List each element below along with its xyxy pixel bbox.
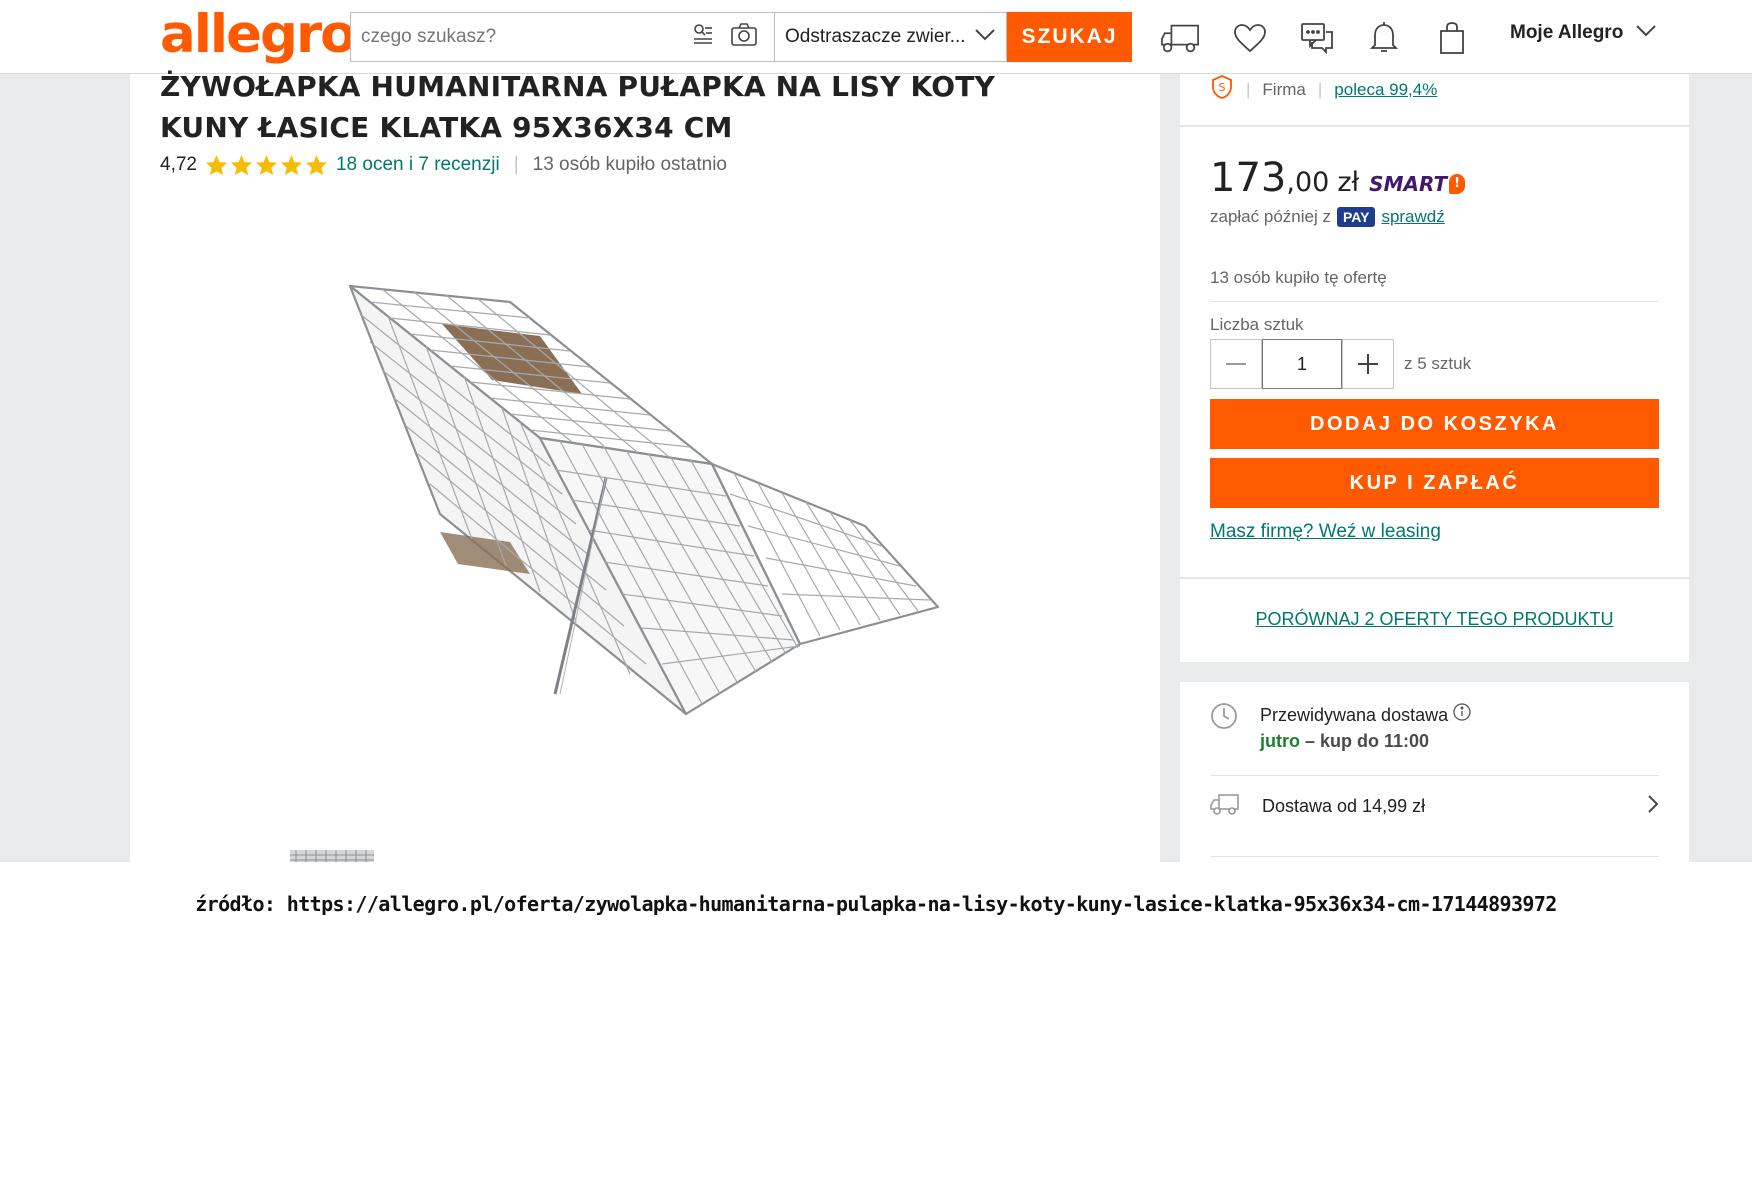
delivery-cost-row[interactable]: Dostawa od 14,99 zł <box>1210 792 1659 821</box>
rating-stars <box>205 154 328 176</box>
delivery-cost: Dostawa od 14,99 zł <box>1262 796 1426 816</box>
seller-recommend-link[interactable]: poleca 99,4% <box>1334 80 1437 100</box>
pay-later-row: zapłać później z PAY sprawdź <box>1210 207 1445 227</box>
source-caption-url: https://allegro.pl/oferta/zywolapka-huma… <box>286 892 1558 916</box>
search-tools <box>690 22 758 53</box>
divider <box>1210 775 1659 776</box>
quantity-available: z 5 sztuk <box>1404 354 1472 373</box>
reviews-link[interactable]: 18 ocen i 7 recenzji <box>336 154 500 176</box>
delivery-truck-icon[interactable] <box>1160 18 1200 58</box>
shopping-bag-icon[interactable] <box>1432 18 1472 58</box>
chevron-down-icon <box>974 26 996 48</box>
product-image[interactable] <box>210 194 1040 834</box>
product-title: ŻYWOŁAPKA HUMANITARNA PUŁAPKA NA LISY KO… <box>160 70 995 144</box>
bought-recently-text: 13 osób kupiło ostatnio <box>532 154 728 175</box>
delivery-day: jutro <box>1260 731 1300 751</box>
compare-offers-box: PORÓWNAJ 2 OFERTY TEGO PRODUKTU <box>1180 578 1689 662</box>
account-menu[interactable]: Moje Allegro <box>1510 22 1657 44</box>
product-main-panel: ŻYWOŁAPKA HUMANITARNA PUŁAPKA NA LISY KO… <box>130 70 1160 862</box>
bell-icon[interactable] <box>1364 18 1404 58</box>
separator: | <box>1246 79 1251 99</box>
info-icon[interactable] <box>1453 703 1471 725</box>
search-button[interactable]: SZUKAJ <box>1007 12 1132 62</box>
category-select[interactable]: Odstraszacze zwier... <box>774 12 1007 62</box>
camera-icon[interactable] <box>730 22 758 53</box>
pay-badge: PAY <box>1336 207 1376 227</box>
star-icon <box>205 154 228 176</box>
delivery-truck-icon <box>1210 792 1240 821</box>
seller-type: Firma <box>1262 79 1306 99</box>
account-label: Moje Allegro <box>1510 22 1624 43</box>
gallery-thumbnail[interactable] <box>290 850 374 862</box>
super-seller-badge-icon: S <box>1210 74 1234 105</box>
seller-info-box: S | Firma | poleca 99,4% <box>1180 74 1689 126</box>
rating-value: 4,72 <box>160 154 197 175</box>
divider <box>1210 856 1659 857</box>
browser-viewport: allegro Odstraszacze zwier... SZUKAJ <box>0 0 1752 862</box>
seller-row: S | Firma | poleca 99,4% <box>1210 74 1437 105</box>
rating-row: 4,72 18 ocen i 7 recenzji | 13 osób kupi… <box>160 154 727 176</box>
allegro-logo[interactable]: allegro <box>160 4 357 66</box>
search-filter-icon[interactable] <box>690 22 716 53</box>
messages-icon[interactable] <box>1297 18 1337 58</box>
star-icon <box>305 154 328 176</box>
star-icon <box>255 154 278 176</box>
quantity-decrease-button[interactable] <box>1210 339 1262 389</box>
check-pay-later-link[interactable]: sprawdź <box>1381 207 1444 227</box>
plus-icon <box>1358 354 1378 374</box>
quantity-input[interactable] <box>1262 339 1342 389</box>
quantity-increase-button[interactable] <box>1342 339 1394 389</box>
delivery-deadline: – kup do 11:00 <box>1305 731 1430 751</box>
chevron-right-icon <box>1647 794 1659 819</box>
minus-icon <box>1226 363 1246 365</box>
expected-delivery-label: Przewidywana dostawa <box>1260 705 1449 725</box>
star-icon <box>230 154 253 176</box>
separator: | <box>1317 79 1323 99</box>
divider <box>1210 301 1659 302</box>
smart-badge[interactable]: SMART ! <box>1369 172 1466 196</box>
category-select-value: Odstraszacze zwier... <box>785 26 966 47</box>
buy-now-button[interactable]: KUP I ZAPŁAĆ <box>1210 458 1659 508</box>
leasing-link[interactable]: Masz firmę? Weź w leasing <box>1210 521 1441 543</box>
expected-delivery-row: Przewidywana dostawa jutro – kup do 11:0… <box>1210 702 1471 754</box>
chevron-down-icon <box>1635 22 1657 44</box>
smart-label: SMART <box>1369 172 1448 196</box>
top-navigation-bar: allegro Odstraszacze zwier... SZUKAJ <box>0 0 1752 74</box>
clock-icon <box>1210 702 1238 754</box>
star-icon <box>280 154 303 176</box>
price-decimal: ,00 <box>1286 167 1330 198</box>
svg-text:S: S <box>1219 81 1226 94</box>
smart-info-icon: ! <box>1449 174 1466 194</box>
quantity-label: Liczba sztuk <box>1210 315 1304 334</box>
compare-offers-link[interactable]: PORÓWNAJ 2 OFERTY TEGO PRODUKTU <box>1180 609 1689 630</box>
delivery-box: Przewidywana dostawa jutro – kup do 11:0… <box>1180 682 1689 862</box>
source-caption: źródło: https://allegro.pl/oferta/zywola… <box>0 892 1752 916</box>
heart-icon[interactable] <box>1230 18 1270 58</box>
quantity-stepper: z 5 sztuk <box>1210 339 1471 389</box>
pay-later-text: zapłać później z <box>1210 207 1331 226</box>
bought-offer-text: 13 osób kupiło tę ofertę <box>1210 268 1387 287</box>
separator: | <box>513 154 519 175</box>
price-currency: zł <box>1337 167 1360 198</box>
source-caption-prefix: źródło: <box>195 892 276 916</box>
add-to-cart-button[interactable]: DODAJ DO KOSZYKA <box>1210 399 1659 449</box>
price-integer: 173 <box>1210 155 1287 201</box>
price: 173 ,00 zł SMART ! <box>1210 155 1466 201</box>
purchase-box: 173 ,00 zł SMART ! zapłać później z PAY … <box>1180 127 1689 577</box>
